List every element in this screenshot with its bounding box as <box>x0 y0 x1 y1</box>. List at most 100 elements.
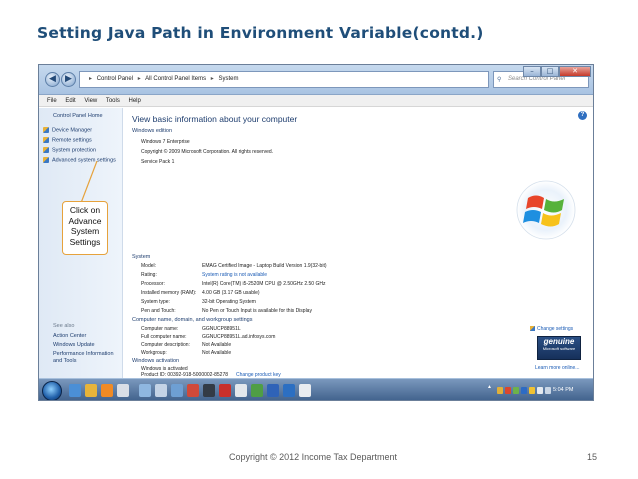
back-button[interactable]: ◀ <box>45 72 60 87</box>
callout-pointer <box>80 161 98 203</box>
computer-name-label: Computer name: <box>141 326 179 332</box>
app-icon[interactable] <box>187 384 199 397</box>
app-icon[interactable] <box>117 384 129 397</box>
windows-logo-icon <box>516 180 576 240</box>
edition-copyright: Copyright © 2009 Microsoft Corporation. … <box>141 149 274 155</box>
genuine-line-1: genuine <box>543 337 575 346</box>
breadcrumb-all-items[interactable]: All Control Panel Items <box>145 76 206 82</box>
change-settings-label: Change settings <box>537 326 574 332</box>
workgroup-label: Workgroup: <box>141 350 167 356</box>
menu-bar: File Edit View Tools Help <box>39 95 593 107</box>
taskbar: ▲ 5:04 PM <box>39 378 593 400</box>
computer-description-label: Computer description: <box>141 342 190 348</box>
close-button[interactable]: ✕ <box>559 66 591 77</box>
network-icon[interactable] <box>537 387 543 394</box>
app-icon[interactable] <box>203 384 215 397</box>
tray-icon[interactable] <box>513 387 519 394</box>
activation-heading: Windows activation <box>132 358 180 364</box>
tray-icon[interactable] <box>505 387 511 394</box>
main-content-pane: View basic information about your comput… <box>124 108 593 378</box>
start-button[interactable] <box>42 381 62 400</box>
processor-value: Intel(R) Core(TM) i5-2520M CPU @ 2.50GHz… <box>202 281 326 287</box>
control-panel-home-link[interactable]: Control Panel Home <box>53 113 103 119</box>
app-icon[interactable] <box>171 384 183 397</box>
menu-tools[interactable]: Tools <box>106 98 120 104</box>
volume-icon[interactable] <box>545 387 551 394</box>
shield-icon <box>43 127 49 133</box>
slide-footer: Copyright © 2012 Income Tax Department <box>229 452 398 462</box>
rating-label: Rating: <box>141 272 157 278</box>
tray-icon[interactable] <box>497 387 503 394</box>
model-value: EMAG Certified Image - Laptop Build Vers… <box>202 263 327 269</box>
edition-name: Windows 7 Enterprise <box>141 139 190 145</box>
full-computer-name-label: Full computer name: <box>141 334 187 340</box>
computer-description-value: Not Available <box>202 342 232 348</box>
address-separator: ▸ <box>89 76 93 82</box>
menu-help[interactable]: Help <box>129 98 141 104</box>
full-computer-name-value: GGNUCP88951L.ad.infosys.com <box>202 334 276 340</box>
app-icon[interactable] <box>267 384 279 397</box>
callout-line-4: Settings <box>69 236 101 247</box>
menu-file[interactable]: File <box>47 98 57 104</box>
link-label: Device Manager <box>52 127 93 134</box>
tray-icon[interactable] <box>529 387 535 394</box>
performance-info-link[interactable]: Performance Information and Tools <box>53 351 119 364</box>
callout-line-2: Advance <box>68 215 102 226</box>
app-icon[interactable] <box>219 384 231 397</box>
tray-expand-icon[interactable]: ▲ <box>487 384 492 390</box>
change-settings-link[interactable]: Change settings <box>530 326 573 332</box>
rating-link[interactable]: System rating is not available <box>202 272 267 278</box>
shield-icon <box>43 157 49 163</box>
system-protection-link[interactable]: System protection <box>43 147 96 153</box>
address-separator: ▸ <box>210 76 214 82</box>
page-title: View basic information about your comput… <box>132 114 298 124</box>
taskbar-clock[interactable]: 5:04 PM <box>553 387 573 393</box>
learn-more-link[interactable]: Learn more online... <box>535 365 579 371</box>
search-icon: ⚲ <box>497 76 502 83</box>
computer-name-value: GGNUCP88951L <box>202 326 241 332</box>
genuine-badge: genuine Microsoft software <box>537 336 581 360</box>
genuine-line-2: Microsoft software <box>542 346 576 351</box>
help-icon[interactable]: ? <box>578 111 587 120</box>
menu-edit[interactable]: Edit <box>65 98 75 104</box>
window-titlebar: ◀ ▶ ▸ Control Panel ▸ All Control Panel … <box>39 65 593 95</box>
system-window-screenshot: ◀ ▶ ▸ Control Panel ▸ All Control Panel … <box>38 64 594 401</box>
computer-name-heading: Computer name, domain, and workgroup set… <box>132 317 253 323</box>
menu-view[interactable]: View <box>84 98 97 104</box>
app-icon[interactable] <box>155 384 167 397</box>
media-icon[interactable] <box>101 384 113 397</box>
device-manager-link[interactable]: Device Manager <box>43 127 92 133</box>
callout-line-1: Click on <box>69 205 101 215</box>
app-icon[interactable] <box>283 384 295 397</box>
see-also-heading: See also <box>53 323 75 329</box>
memory-label: Installed memory (RAM): <box>141 290 197 296</box>
app-icon[interactable] <box>139 384 151 397</box>
breadcrumb-control-panel[interactable]: Control Panel <box>97 76 133 82</box>
tray-icon[interactable] <box>521 387 527 394</box>
system-type-label: System type: <box>141 299 170 305</box>
shield-icon <box>43 147 49 153</box>
action-center-link[interactable]: Action Center <box>53 333 119 340</box>
memory-value: 4.00 GB (3.17 GB usable) <box>202 290 260 296</box>
app-icon[interactable] <box>299 384 311 397</box>
system-heading: System <box>132 254 151 260</box>
windows-update-link[interactable]: Windows Update <box>53 342 119 349</box>
shield-icon <box>530 326 535 332</box>
app-icon[interactable] <box>251 384 263 397</box>
folder-icon[interactable] <box>85 384 97 397</box>
breadcrumb-system[interactable]: System <box>218 76 238 82</box>
remote-settings-link[interactable]: Remote settings <box>43 137 92 143</box>
minimize-button[interactable]: – <box>523 66 541 77</box>
shield-icon <box>43 137 49 143</box>
app-icon[interactable] <box>235 384 247 397</box>
explorer-icon[interactable] <box>69 384 81 397</box>
system-type-value: 32-bit Operating System <box>202 299 256 305</box>
link-label: Remote settings <box>52 137 92 144</box>
maximize-button[interactable]: □ <box>541 66 559 77</box>
page-number: 15 <box>587 452 598 462</box>
address-bar[interactable]: ▸ Control Panel ▸ All Control Panel Item… <box>79 71 489 88</box>
forward-button[interactable]: ▶ <box>61 72 76 87</box>
model-label: Model: <box>141 263 157 269</box>
pen-touch-label: Pen and Touch: <box>141 308 176 314</box>
slide-title: Setting Java Path in Environment Variabl… <box>37 24 484 42</box>
